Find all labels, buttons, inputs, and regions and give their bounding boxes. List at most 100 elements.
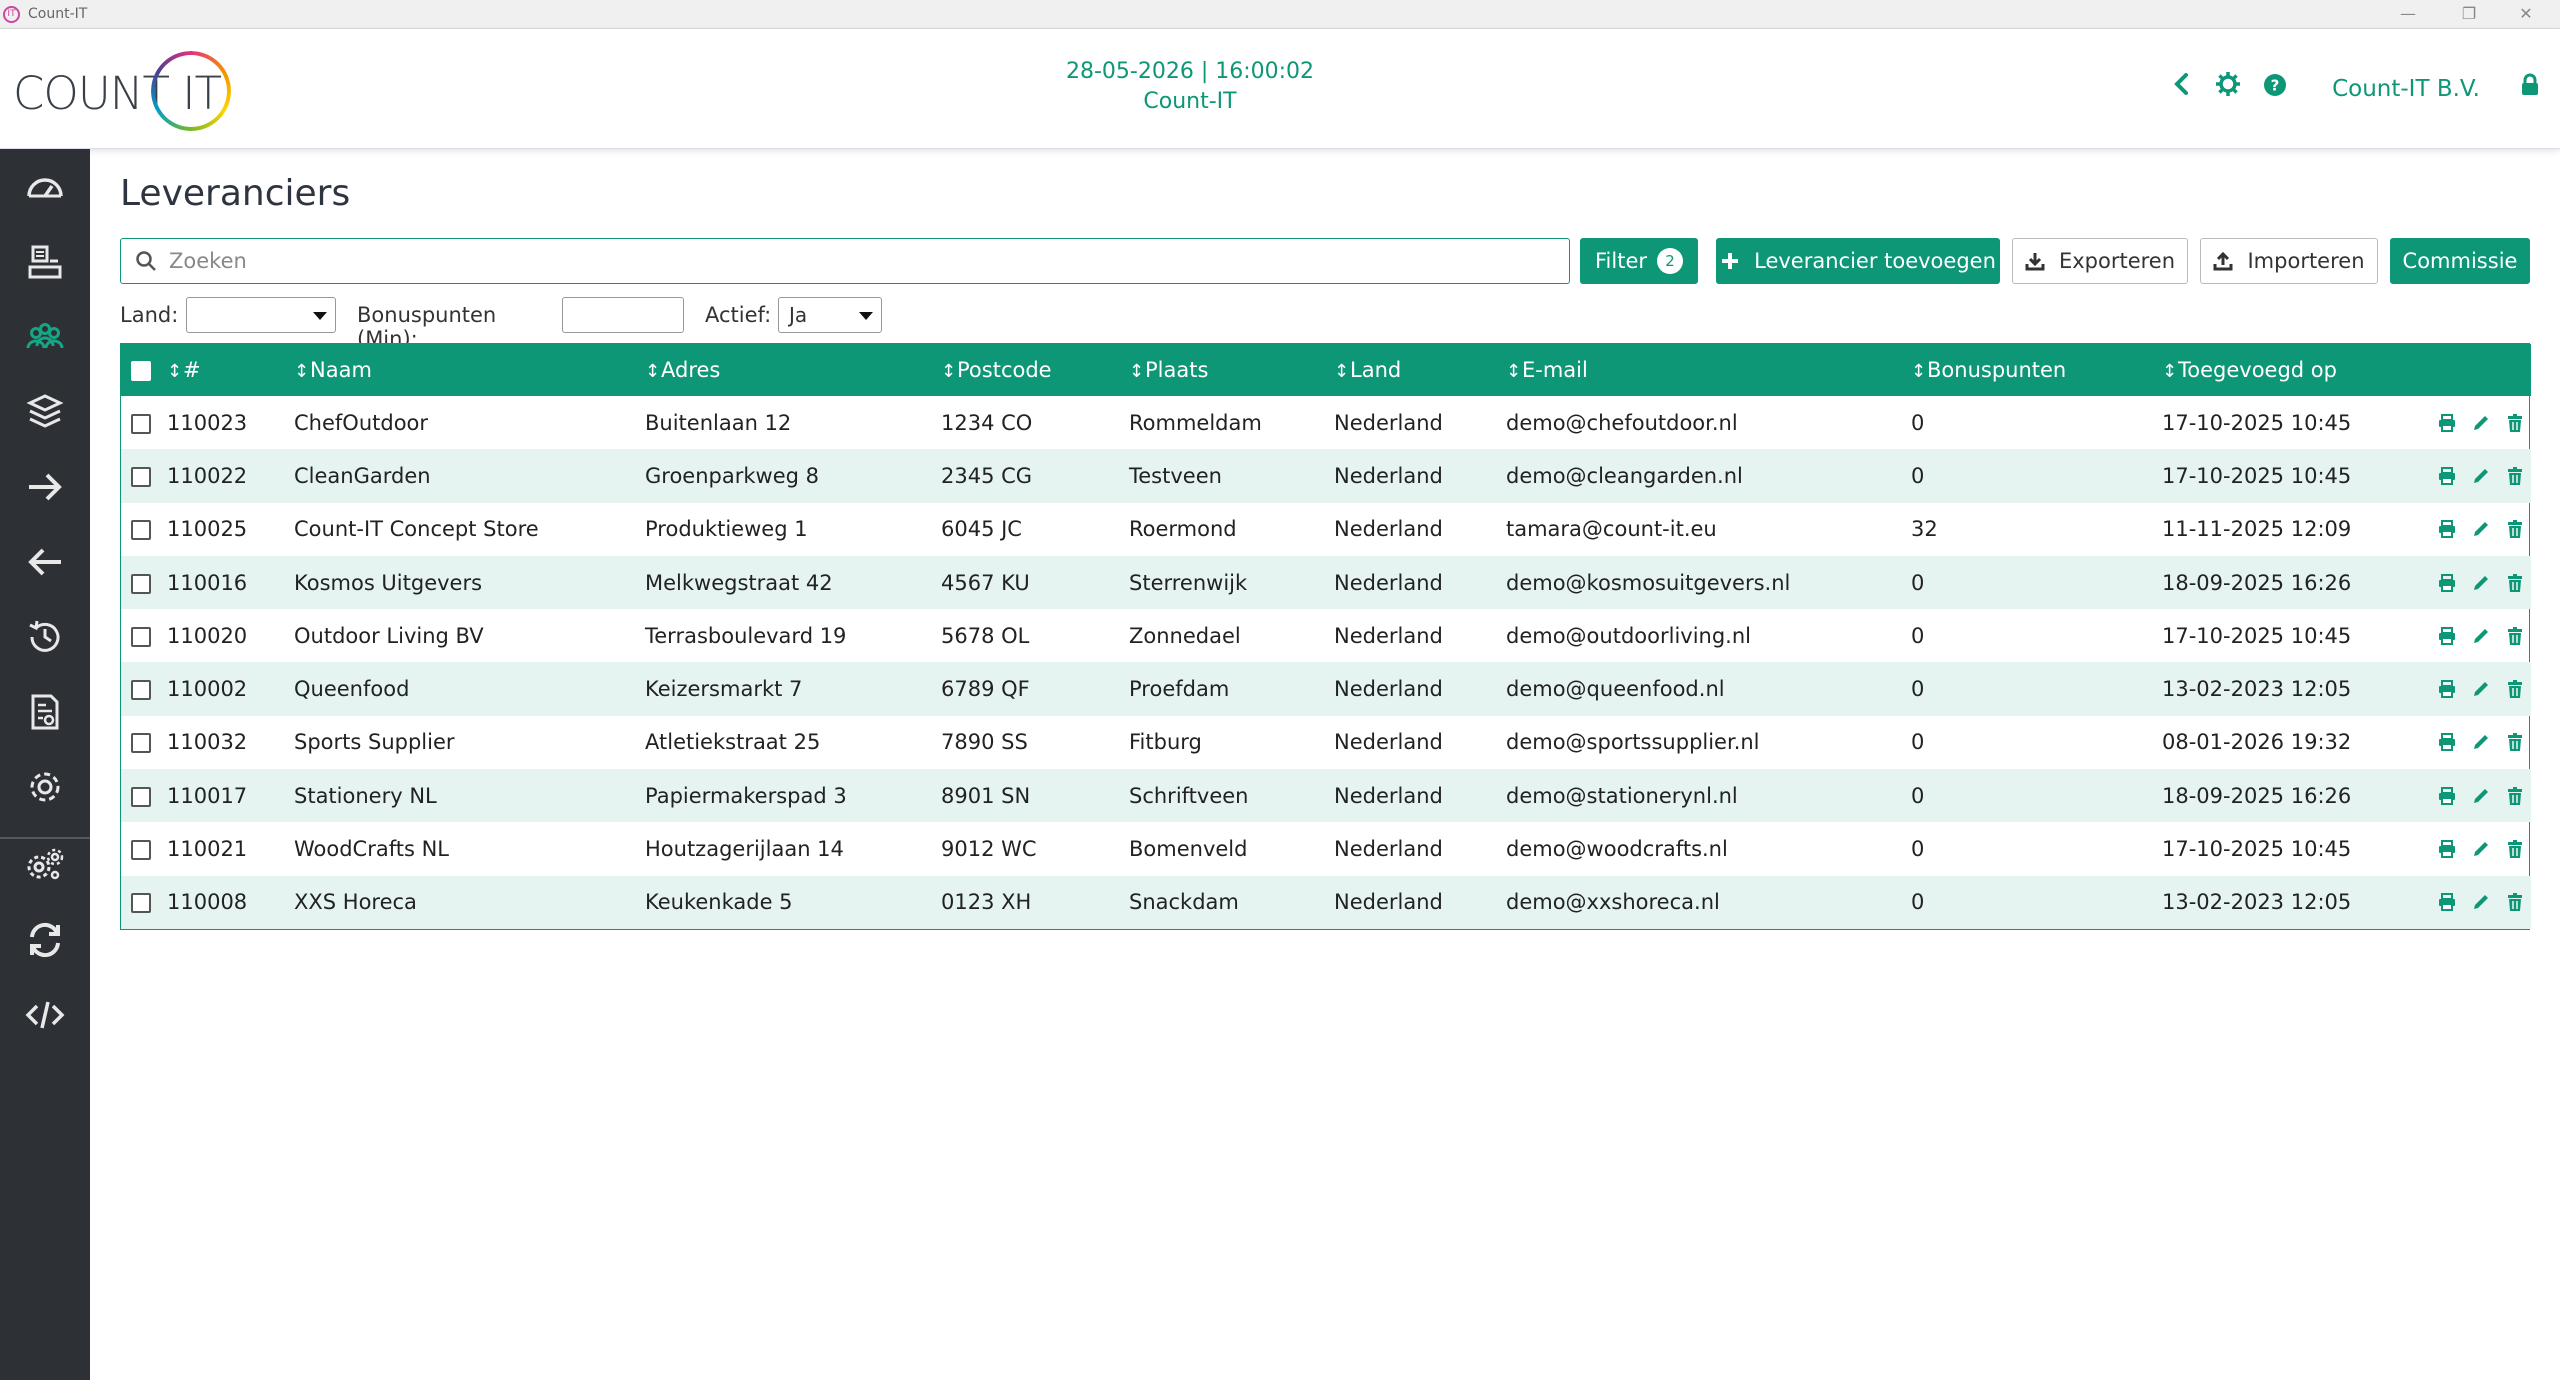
print-icon[interactable]	[2437, 519, 2457, 539]
print-icon[interactable]	[2437, 466, 2457, 486]
search-box[interactable]	[120, 238, 1570, 284]
table-row[interactable]: 110017 Stationery NL Papiermakerspad 3 8901…	[121, 769, 2531, 823]
column-header-bonus[interactable]: ↕Bonuspunten	[1911, 344, 2162, 396]
sidebar-item-products[interactable]	[0, 374, 90, 449]
sidebar-item-advanced-settings[interactable]	[0, 827, 90, 902]
sidebar-item-dashboard[interactable]	[0, 149, 90, 224]
cell-name: ChefOutdoor	[294, 410, 429, 435]
trash-icon[interactable]	[2505, 732, 2525, 752]
row-checkbox[interactable]	[121, 716, 167, 769]
minimize-button[interactable]: —	[2388, 2, 2428, 26]
print-icon[interactable]	[2437, 786, 2457, 806]
print-icon[interactable]	[2437, 413, 2457, 433]
table-row[interactable]: 110016 Kosmos Uitgevers Melkwegstraat 42 45…	[121, 555, 2531, 610]
sidebar-item-sync[interactable]	[0, 902, 90, 977]
pencil-icon[interactable]	[2471, 892, 2491, 912]
search-input[interactable]	[169, 245, 1549, 277]
sidebar-item-developer[interactable]	[0, 977, 90, 1052]
sidebar-item-reports[interactable]	[0, 674, 90, 749]
cell-bonus: 0	[1911, 837, 1925, 862]
pencil-icon[interactable]	[2471, 786, 2491, 806]
cell-country: Nederland	[1334, 890, 1443, 915]
gear-icon[interactable]	[2215, 69, 2241, 109]
column-header-number[interactable]: ↕#	[167, 344, 294, 396]
row-checkbox[interactable]	[121, 609, 167, 662]
table-row[interactable]: 110025 Count-IT Concept Store Produktieweg…	[121, 503, 2531, 556]
row-checkbox[interactable]	[121, 449, 167, 502]
print-icon[interactable]	[2437, 679, 2457, 699]
header-center: 28-05-2026 | 16:00:02 Count-IT	[0, 57, 2380, 117]
column-header-city[interactable]: ↕Plaats	[1129, 344, 1334, 396]
lock-icon[interactable]	[2520, 69, 2540, 109]
trash-icon[interactable]	[2505, 519, 2525, 539]
company-name[interactable]: Count-IT B.V.	[2332, 76, 2480, 102]
row-checkbox[interactable]	[121, 396, 167, 449]
sidebar-item-incoming[interactable]	[0, 449, 90, 524]
table-row[interactable]: 110020 Outdoor Living BV Terrasboulevard 1…	[121, 609, 2531, 662]
row-checkbox[interactable]	[121, 662, 167, 715]
row-checkbox[interactable]	[121, 769, 167, 822]
column-header-address[interactable]: ↕Adres	[645, 344, 941, 396]
sidebar-item-settings[interactable]	[0, 749, 90, 824]
report-icon	[31, 694, 59, 729]
pencil-icon[interactable]	[2471, 732, 2491, 752]
trash-icon[interactable]	[2505, 786, 2525, 806]
cell-postcode: 0123 XH	[941, 890, 1032, 915]
page-title: Leveranciers	[120, 173, 351, 214]
pencil-icon[interactable]	[2471, 466, 2491, 486]
row-checkbox[interactable]	[121, 822, 167, 875]
cell-postcode: 9012 WC	[941, 837, 1037, 862]
restore-button[interactable]: ❐	[2449, 2, 2489, 26]
pencil-icon[interactable]	[2471, 573, 2491, 593]
trash-icon[interactable]	[2505, 626, 2525, 646]
table-row[interactable]: 110002 Queenfood Keizersmarkt 7 6789 QF Proe…	[121, 662, 2531, 716]
table-row[interactable]: 110008 XXS Horeca Keukenkade 5 0123 XH Snack…	[121, 875, 2531, 929]
filter-button[interactable]: Filter 2	[1580, 238, 1698, 284]
row-checkbox[interactable]	[121, 876, 167, 929]
pencil-icon[interactable]	[2471, 413, 2491, 433]
back-icon[interactable]	[2171, 69, 2193, 109]
active-select[interactable]: Ja	[778, 297, 882, 333]
table-row[interactable]: 110032 Sports Supplier Atletiekstraat 25 78…	[121, 716, 2531, 769]
table-row[interactable]: 110022 CleanGarden Groenparkweg 8 2345 CG Te…	[121, 449, 2531, 503]
trash-icon[interactable]	[2505, 679, 2525, 699]
bonus-min-input[interactable]	[562, 297, 684, 333]
print-icon[interactable]	[2437, 839, 2457, 859]
cell-postcode: 6045 JC	[941, 517, 1022, 542]
trash-icon[interactable]	[2505, 839, 2525, 859]
trash-icon[interactable]	[2505, 892, 2525, 912]
table-row[interactable]: 110023 ChefOutdoor Buitenlaan 12 1234 CO Rom…	[121, 396, 2531, 449]
column-header-name[interactable]: ↕Naam	[294, 344, 645, 396]
row-checkbox[interactable]	[121, 503, 167, 556]
column-header-added[interactable]: ↕Toegevoegd op	[2162, 344, 2429, 396]
cell-name: CleanGarden	[294, 463, 431, 488]
sidebar-item-history[interactable]	[0, 599, 90, 674]
sidebar-item-cash-register[interactable]	[0, 224, 90, 299]
land-select[interactable]	[186, 297, 336, 333]
sidebar-item-outgoing[interactable]	[0, 524, 90, 599]
column-header-email[interactable]: ↕E-mail	[1506, 344, 1911, 396]
pencil-icon[interactable]	[2471, 626, 2491, 646]
print-icon[interactable]	[2437, 573, 2457, 593]
pencil-icon[interactable]	[2471, 839, 2491, 859]
help-icon[interactable]: ?	[2263, 69, 2287, 109]
column-header-postcode[interactable]: ↕Postcode	[941, 344, 1129, 396]
commission-button[interactable]: Commissie	[2390, 238, 2530, 284]
row-checkbox[interactable]	[121, 556, 167, 609]
print-icon[interactable]	[2437, 626, 2457, 646]
import-button[interactable]: Importeren	[2200, 238, 2378, 284]
select-all-checkbox[interactable]	[121, 344, 167, 396]
add-supplier-button[interactable]: Leverancier toevoegen	[1716, 238, 2000, 284]
trash-icon[interactable]	[2505, 413, 2525, 433]
print-icon[interactable]	[2437, 892, 2457, 912]
trash-icon[interactable]	[2505, 573, 2525, 593]
sidebar-item-suppliers[interactable]	[0, 299, 90, 374]
close-button[interactable]: ✕	[2506, 2, 2546, 26]
column-header-country[interactable]: ↕Land	[1334, 344, 1506, 396]
table-row[interactable]: 110021 WoodCrafts NL Houtzagerijlaan 14 901…	[121, 822, 2531, 875]
pencil-icon[interactable]	[2471, 679, 2491, 699]
export-button[interactable]: Exporteren	[2012, 238, 2188, 284]
trash-icon[interactable]	[2505, 466, 2525, 486]
pencil-icon[interactable]	[2471, 519, 2491, 539]
print-icon[interactable]	[2437, 732, 2457, 752]
